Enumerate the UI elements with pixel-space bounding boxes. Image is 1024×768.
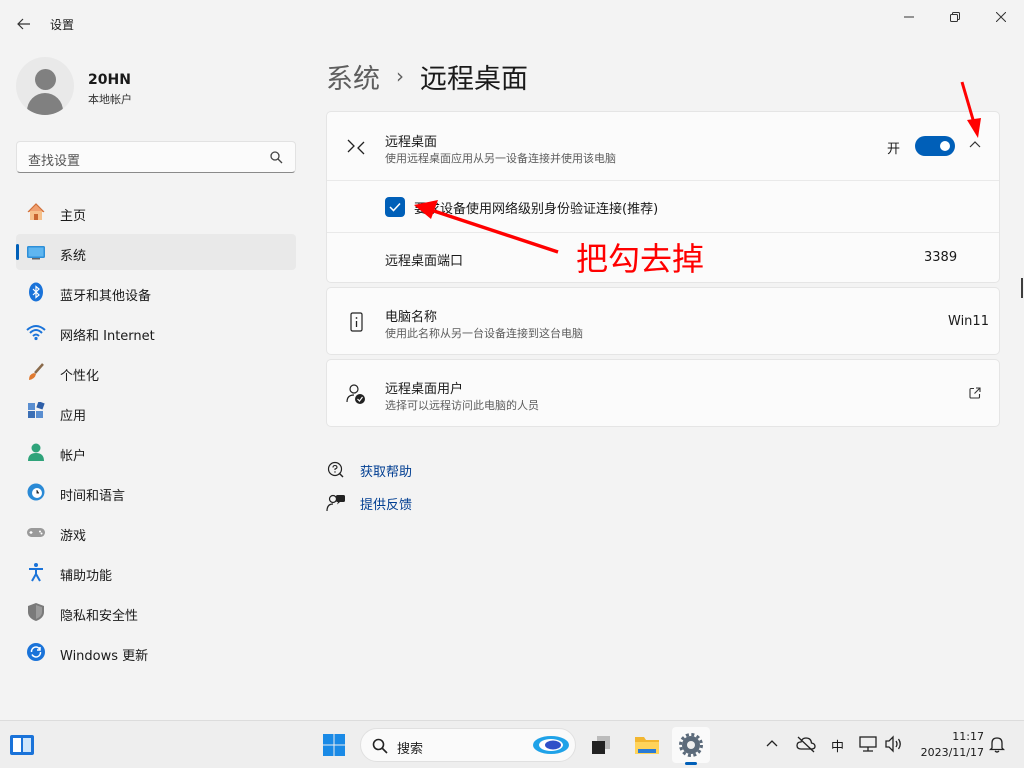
task-view-icon (592, 736, 610, 754)
widgets-button[interactable] (3, 727, 41, 763)
chevron-up-icon[interactable] (766, 739, 778, 747)
ime-indicator[interactable]: 中 (831, 736, 844, 755)
clock-time: 11:17 (952, 730, 984, 743)
settings-taskbar-button[interactable] (672, 727, 710, 765)
clock-date: 2023/11/17 (920, 746, 984, 759)
taskbar-search-placeholder: 搜索 (397, 742, 424, 757)
text-cursor-icon (1021, 278, 1023, 298)
notification-bell-icon[interactable] (989, 735, 1005, 753)
start-button[interactable] (315, 727, 353, 763)
annotation-text: 把勾去掉 (576, 240, 705, 278)
annotation-arrows (414, 81, 981, 254)
network-icon[interactable] (858, 735, 878, 753)
folder-icon (635, 737, 659, 754)
volume-icon[interactable] (884, 735, 904, 753)
search-icon (372, 738, 388, 754)
cloud-offline-icon[interactable] (796, 735, 816, 753)
file-explorer-button[interactable] (628, 727, 666, 763)
copilot-icon (533, 736, 569, 754)
task-view-button[interactable] (582, 727, 620, 763)
widgets-icon (10, 735, 34, 755)
windows-logo-icon (323, 734, 345, 756)
clock[interactable]: 11:17 2023/11/17 (914, 729, 984, 761)
gear-icon (679, 733, 703, 757)
taskbar: 搜索 中 11:17 2023/11/17 (0, 720, 1024, 768)
taskbar-search-input[interactable]: 搜索 (360, 728, 576, 762)
